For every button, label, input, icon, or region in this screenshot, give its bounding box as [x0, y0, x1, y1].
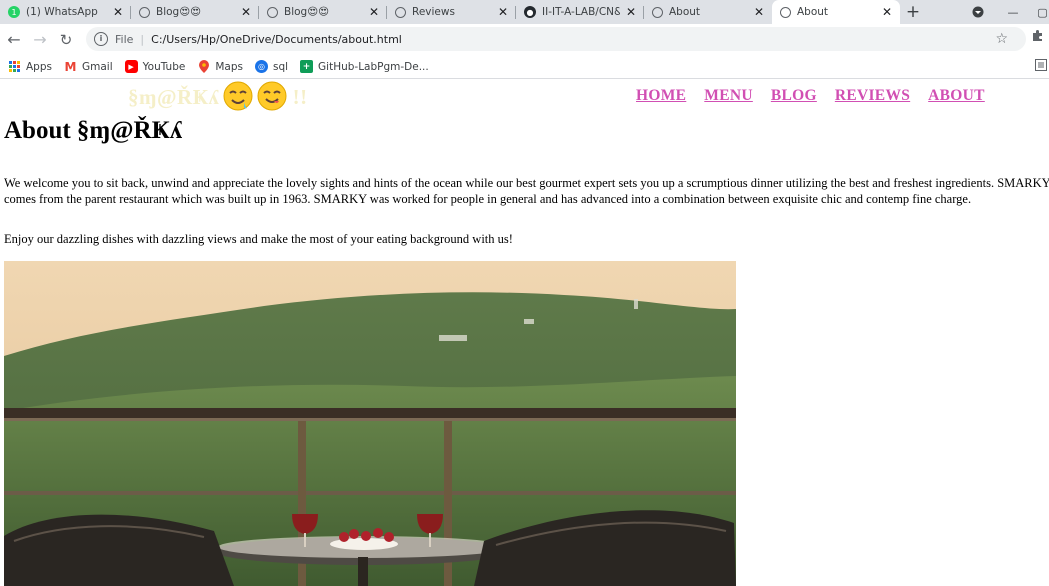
- tab-title: About: [669, 6, 701, 18]
- bookmark-label: Maps: [215, 60, 243, 73]
- globe-icon: [395, 6, 406, 18]
- nav-about-link[interactable]: ABOUT: [928, 87, 985, 105]
- close-icon[interactable]: ✕: [754, 5, 764, 19]
- tab-title: About: [797, 6, 829, 18]
- extensions-puzzle-icon[interactable]: [1031, 29, 1044, 46]
- profile-icon[interactable]: [968, 0, 988, 24]
- back-arrow-icon[interactable]: ←: [3, 29, 25, 51]
- nav-reviews-link[interactable]: REVIEWS: [835, 87, 910, 105]
- youtube-icon: ▶: [124, 60, 138, 73]
- site-nav: HOME MENU BLOG REVIEWS ABOUT: [636, 87, 1003, 105]
- divider: |: [140, 32, 145, 46]
- tab-blog-2[interactable]: Blog😍😍 ✕: [259, 0, 387, 24]
- whatsapp-icon: 1: [8, 6, 20, 18]
- browser-toolbar: ← → ↻ i File | C:/Users/Hp/OneDrive/Docu…: [0, 24, 1049, 55]
- bookmark-apps[interactable]: Apps: [8, 60, 52, 73]
- tab-title: (1) WhatsApp: [26, 6, 98, 18]
- sql-icon: ◎: [254, 60, 268, 73]
- tab-about-1[interactable]: About ✕: [644, 0, 772, 24]
- star-icon[interactable]: ☆: [995, 31, 1008, 47]
- bookmark-youtube[interactable]: ▶ YouTube: [124, 60, 186, 73]
- restaurant-terrace-image: [4, 261, 736, 586]
- nav-menu-link[interactable]: MENU: [704, 87, 753, 105]
- tab-github[interactable]: ● II-IT-A-LAB/CN& ✕: [516, 0, 644, 24]
- terrace-scene-illustration: [4, 261, 736, 586]
- nav-blog-link[interactable]: BLOG: [771, 87, 817, 105]
- about-paragraph: We welcome you to sit back, unwind and a…: [4, 176, 1049, 206]
- file-scheme-label: File: [115, 32, 134, 46]
- site-logo-text: §ɱ@ŘҜʎ: [128, 84, 220, 109]
- tab-title: Blog😍😍: [284, 6, 330, 18]
- tab-title: II-IT-A-LAB/CN&: [542, 6, 620, 18]
- bookmark-github-lab[interactable]: + GitHub-LabPgm-De...: [300, 60, 429, 73]
- bookmark-label: GitHub-LabPgm-De...: [318, 60, 429, 73]
- reload-icon[interactable]: ↻: [55, 29, 77, 51]
- globe-icon: [267, 6, 278, 18]
- close-icon[interactable]: ✕: [626, 5, 636, 19]
- tab-whatsapp[interactable]: 1 (1) WhatsApp ✕: [0, 0, 131, 24]
- url-text[interactable]: C:/Users/Hp/OneDrive/Documents/about.htm…: [151, 33, 402, 46]
- reading-list-icon[interactable]: [1035, 59, 1049, 74]
- forward-arrow-icon[interactable]: →: [29, 29, 51, 51]
- web-page: §ɱ@ŘҜʎ !! HOME MENU BLOG REVIEWS ABOUT A…: [0, 79, 1049, 586]
- tab-title: Blog😍😍: [156, 6, 202, 18]
- close-icon[interactable]: ✕: [882, 5, 892, 19]
- info-icon[interactable]: i: [94, 32, 108, 46]
- maximize-icon[interactable]: ▢: [1036, 0, 1049, 24]
- site-logo: §ɱ@ŘҜʎ !!: [128, 81, 308, 117]
- bookmark-label: Apps: [26, 60, 52, 73]
- bookmark-label: YouTube: [142, 60, 186, 73]
- globe-icon: [780, 6, 791, 18]
- tab-reviews[interactable]: Reviews ✕: [387, 0, 516, 24]
- gmail-icon: M: [64, 59, 77, 74]
- tab-strip: 1 (1) WhatsApp ✕ Blog😍😍 ✕ Blog😍😍 ✕ Revie…: [0, 0, 1049, 24]
- bookmarks-bar: Apps M Gmail ▶ YouTube Maps ◎ sql + GitH…: [0, 55, 1049, 79]
- site-logo-exclaim: !!: [292, 84, 308, 109]
- bookmark-gmail[interactable]: M Gmail: [64, 59, 113, 74]
- bookmark-label: sql: [272, 60, 289, 73]
- github-lab-icon: +: [300, 60, 314, 73]
- close-icon[interactable]: ✕: [241, 5, 251, 19]
- close-icon[interactable]: ✕: [369, 5, 379, 19]
- yum-face-icon: [257, 81, 287, 117]
- tab-title: Reviews: [412, 6, 455, 18]
- tab-about-active[interactable]: About ✕: [772, 0, 900, 24]
- apps-grid-icon: [8, 60, 21, 73]
- address-bar[interactable]: i File | C:/Users/Hp/OneDrive/Documents/…: [86, 27, 1026, 51]
- page-title: About §ɱ@ŘҜʎ: [4, 117, 183, 144]
- bookmark-label: Gmail: [81, 60, 113, 73]
- close-icon[interactable]: ✕: [498, 5, 508, 19]
- about-tagline: Enjoy our dazzling dishes with dazzling …: [4, 232, 513, 246]
- minimize-icon[interactable]: —: [1003, 0, 1023, 24]
- globe-icon: [652, 6, 663, 18]
- new-tab-button[interactable]: +: [900, 0, 926, 24]
- tab-blog-1[interactable]: Blog😍😍 ✕: [131, 0, 259, 24]
- github-icon: ●: [524, 6, 536, 18]
- drooling-face-icon: [223, 81, 253, 117]
- globe-icon: [139, 6, 150, 18]
- bookmark-sql[interactable]: ◎ sql: [254, 60, 289, 73]
- close-icon[interactable]: ✕: [113, 5, 123, 19]
- bookmark-maps[interactable]: Maps: [197, 60, 243, 73]
- nav-home-link[interactable]: HOME: [636, 87, 686, 105]
- maps-pin-icon: [197, 60, 210, 73]
